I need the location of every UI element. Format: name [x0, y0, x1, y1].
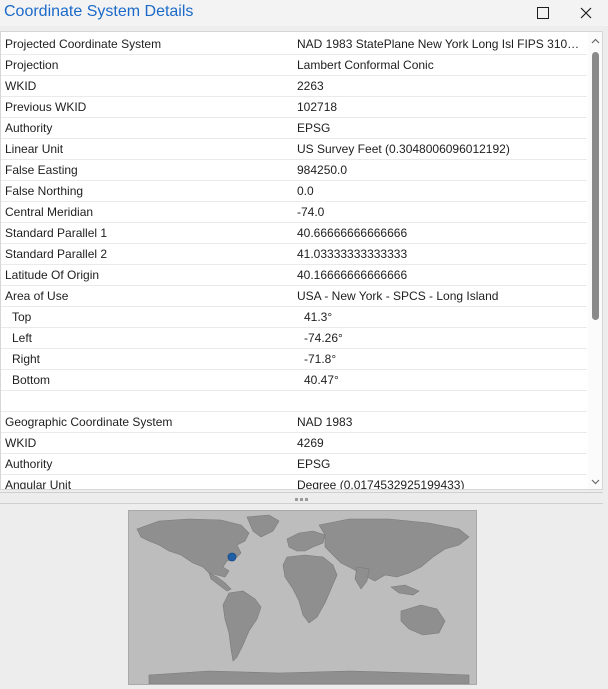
property-value: -74.0	[297, 205, 325, 219]
property-row: Area of Use USA - New York - SPCS - Long …	[1, 286, 587, 307]
property-row: Standard Parallel 2 41.03333333333333	[1, 244, 587, 265]
property-label: Geographic Coordinate System	[5, 415, 173, 429]
details-rows: Projected Coordinate System NAD 1983 Stat…	[1, 34, 587, 490]
property-label: False Easting	[5, 163, 78, 177]
property-label: False Northing	[5, 184, 84, 198]
property-value: 41.3°	[304, 310, 333, 324]
property-row: Bottom 40.47°	[1, 370, 587, 391]
property-value: Lambert Conformal Conic	[297, 58, 434, 72]
splitter-line	[0, 503, 603, 504]
property-row: Standard Parallel 1 40.66666666666666	[1, 223, 587, 244]
property-value: 40.16666666666666	[297, 268, 408, 282]
close-button[interactable]	[566, 0, 606, 26]
property-row: Previous WKID 102718	[1, 97, 587, 118]
property-label: Projection	[5, 58, 59, 72]
property-value: 4269	[297, 436, 324, 450]
property-row: Geographic Coordinate System NAD 1983	[1, 412, 587, 433]
property-label: Latitude Of Origin	[5, 268, 100, 282]
property-label: Left	[12, 331, 33, 345]
property-value: EPSG	[297, 457, 331, 471]
maximize-button[interactable]	[523, 0, 563, 26]
property-row: Central Meridian -74.0	[1, 202, 587, 223]
window-title: Coordinate System Details	[4, 3, 194, 20]
location-dot-icon	[227, 552, 237, 562]
property-label: Previous WKID	[5, 100, 87, 114]
property-value: -71.8°	[304, 352, 337, 366]
property-value: NAD 1983	[297, 415, 353, 429]
splitter-line	[0, 492, 603, 493]
panel-splitter[interactable]	[0, 492, 603, 504]
property-label: WKID	[5, 436, 37, 450]
property-row: WKID 4269	[1, 433, 587, 454]
property-row: Authority EPSG	[1, 454, 587, 475]
empty-row	[1, 391, 587, 412]
property-row: WKID 2263	[1, 76, 587, 97]
property-row: Latitude Of Origin 40.16666666666666	[1, 265, 587, 286]
property-row: Projected Coordinate System NAD 1983 Stat…	[1, 34, 587, 55]
property-row: Linear Unit US Survey Feet (0.30480060960…	[1, 139, 587, 160]
chevron-down-icon	[591, 479, 600, 485]
property-value: EPSG	[297, 121, 331, 135]
property-label: Linear Unit	[5, 142, 64, 156]
property-label: Standard Parallel 1	[5, 226, 108, 240]
vertical-scrollbar[interactable]	[588, 32, 602, 489]
property-label: Authority	[5, 121, 53, 135]
property-label: Angular Unit	[5, 478, 72, 490]
scroll-up-button[interactable]	[588, 34, 602, 48]
property-label: Central Meridian	[5, 205, 94, 219]
property-label: WKID	[5, 79, 37, 93]
scroll-down-button[interactable]	[588, 475, 602, 489]
property-label: Projected Coordinate System	[5, 37, 162, 51]
details-grid: Projected Coordinate System NAD 1983 Stat…	[0, 31, 603, 490]
property-label: Authority	[5, 457, 53, 471]
property-value: 40.66666666666666	[297, 226, 408, 240]
property-label: Top	[12, 310, 32, 324]
property-value	[297, 391, 581, 411]
property-value: 2263	[297, 79, 324, 93]
property-label	[5, 391, 290, 411]
property-value: 0.0	[297, 184, 314, 198]
property-value: USA - New York - SPCS - Long Island	[297, 289, 499, 303]
property-label: Right	[12, 352, 41, 366]
close-x-icon	[580, 7, 592, 19]
area-of-use-map	[128, 510, 477, 685]
property-row: Right -71.8°	[1, 349, 587, 370]
property-value: US Survey Feet (0.3048006096012192)	[297, 142, 510, 156]
property-value: 984250.0	[297, 163, 348, 177]
property-row: Projection Lambert Conformal Conic	[1, 55, 587, 76]
property-value: Degree (0.0174532925199433)	[297, 478, 465, 490]
property-value: 102718	[297, 100, 338, 114]
title-bar: Coordinate System Details	[0, 0, 608, 26]
grip-dots-icon	[295, 498, 308, 501]
property-row: Angular Unit Degree (0.0174532925199433)	[1, 475, 587, 490]
property-row: Left -74.26°	[1, 328, 587, 349]
property-value: 40.47°	[304, 373, 339, 387]
property-row: Authority EPSG	[1, 118, 587, 139]
property-value: 41.03333333333333	[297, 247, 408, 261]
property-value: -74.26°	[304, 331, 343, 345]
world-map	[129, 511, 476, 684]
property-label: Area of Use	[5, 289, 69, 303]
property-row: Top 41.3°	[1, 307, 587, 328]
property-label: Standard Parallel 2	[5, 247, 108, 261]
property-value: NAD 1983 StatePlane New York Long Isl FI…	[297, 37, 581, 51]
property-row: False Northing 0.0	[1, 181, 587, 202]
chevron-up-icon	[591, 38, 600, 44]
property-label: Bottom	[12, 373, 51, 387]
square-icon	[537, 7, 549, 19]
scrollbar-thumb[interactable]	[592, 52, 599, 320]
property-row: False Easting 984250.0	[1, 160, 587, 181]
